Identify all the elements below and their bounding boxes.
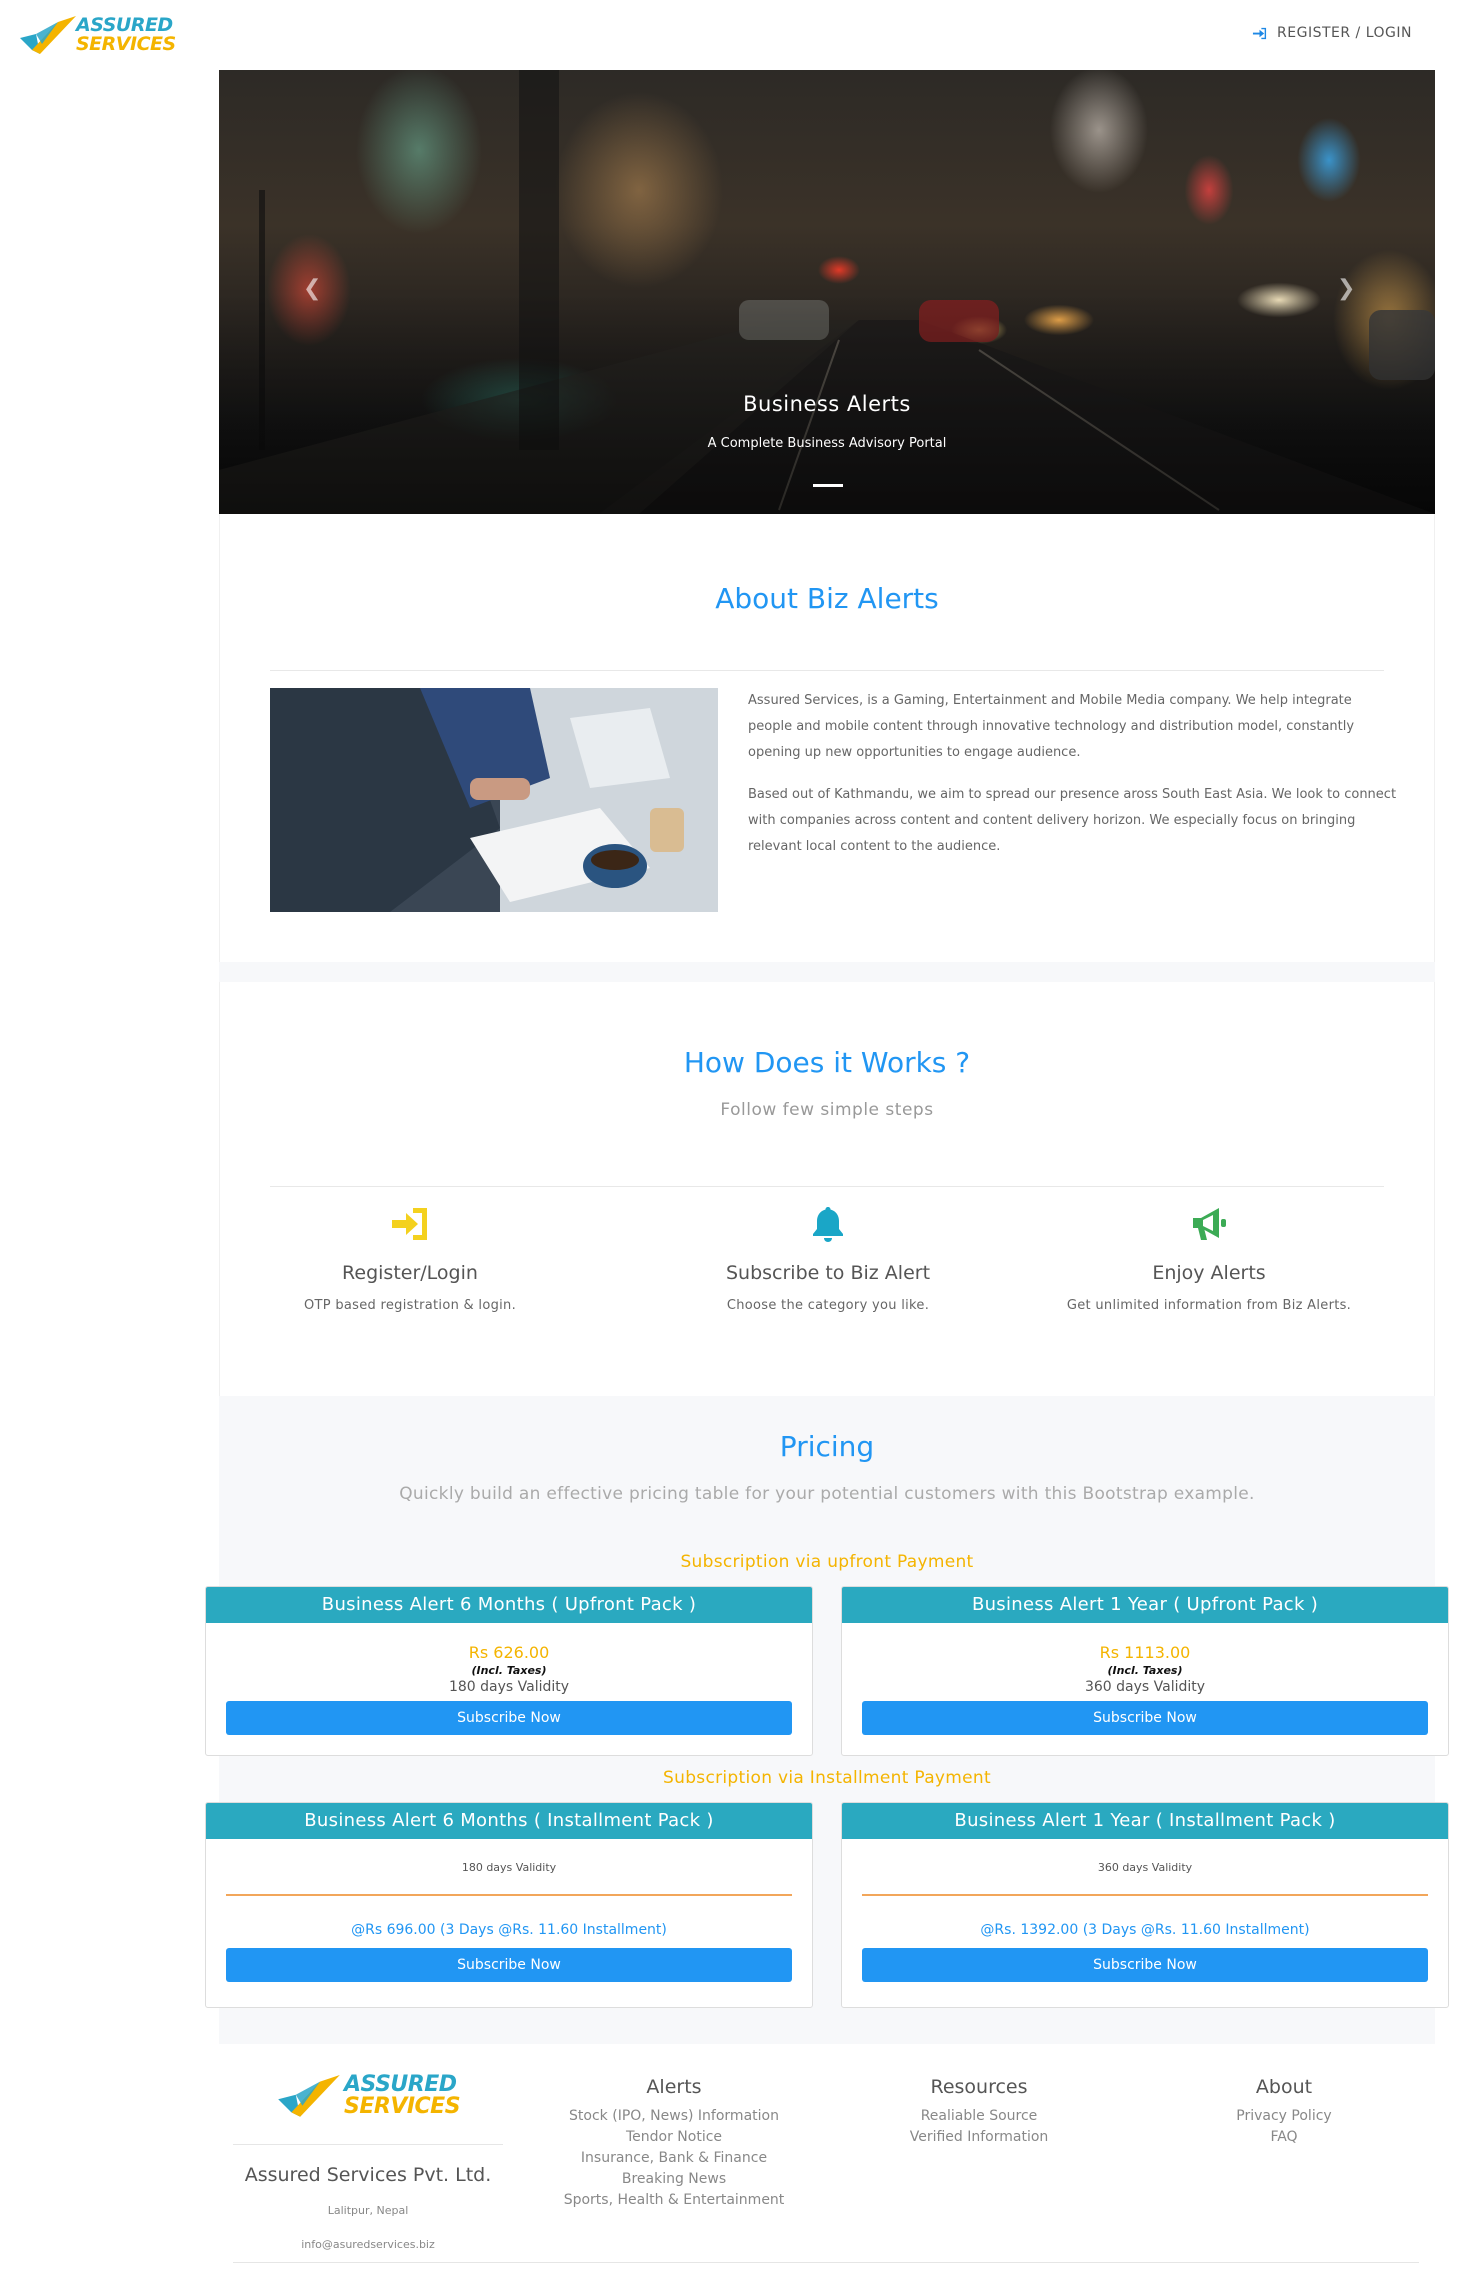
footer-column-title: About [1255,2076,1313,2098]
subscribe-button[interactable]: Subscribe Now [862,1948,1428,1982]
logo-check-icon [20,16,76,54]
card-title: Business Alert 6 Months ( Upfront Pack ) [206,1587,812,1623]
card-price: Rs 626.00 [468,1643,550,1662]
step-desc: Choose the category you like. [726,1298,930,1313]
pricing-card-upfront-6m: Business Alert 6 Months ( Upfront Pack )… [205,1586,813,1756]
pricing-card-upfront-1y: Business Alert 1 Year ( Upfront Pack ) R… [841,1586,1449,1756]
logo-line-2: SERVICES [344,2094,461,2119]
sign-in-icon [392,1208,427,1240]
how-title: How Does it Works ? [683,1046,971,1079]
installment-group-label: Subscription via Installment Payment [663,1768,991,1788]
chevron-left-icon: ❮ [303,276,322,301]
footer-email[interactable]: info@asuredservices.biz [233,2238,503,2251]
footer-link[interactable]: Tendor Notice [534,2127,814,2148]
about-text: Assured Services, is a Gaming, Entertain… [748,688,1398,876]
card-divider [862,1894,1428,1896]
pricing-subtitle: Quickly build an effective pricing table… [399,1484,1255,1504]
footer-column-title: Alerts [646,2076,702,2098]
about-divider [270,670,1384,671]
footer-link[interactable]: Insurance, Bank & Finance [534,2148,814,2169]
footer-link[interactable]: Verified Information [839,2127,1119,2148]
card-installment-price: @Rs. 1392.00 (3 Days @Rs. 11.60 Installm… [980,1922,1310,1938]
logo-check-icon [278,2075,340,2117]
step-subscribe: Subscribe to Biz Alert Choose the catego… [638,1204,1018,1313]
how-it-works-section: How Does it Works ? Follow few simple st… [219,982,1435,1396]
footer-column-resources: Resources Realiable Source Verified Info… [839,2076,1119,2148]
brand-logo[interactable]: ASSURED SERVICES [18,14,176,58]
hero-carousel: ❮ ❯ Business Alerts A Complete Business … [219,70,1435,514]
about-paragraph-1: Assured Services, is a Gaming, Entertain… [748,693,1355,760]
bell-icon [813,1207,843,1242]
subscribe-button[interactable]: Subscribe Now [226,1948,792,1982]
footer-company-name: Assured Services Pvt. Ltd. [244,2164,492,2186]
step-desc: Get unlimited information from Biz Alert… [1066,1298,1352,1313]
footer-link[interactable]: Breaking News [534,2169,814,2190]
card-title: Business Alert 1 Year ( Upfront Pack ) [842,1587,1448,1623]
page: ASSURED SERVICES REGISTER / LOGIN ❮ ❯ Bu… [0,0,1468,2292]
pricing-section: Pricing Quickly build an effective prici… [205,1396,1449,2044]
site-footer: ASSURED SERVICES Assured Services Pvt. L… [0,2044,1468,2292]
card-validity: 360 days Validity [1084,1679,1206,1695]
about-paragraph-2: Based out of Kathmandu, we aim to spread… [748,787,1397,854]
footer-column-about: About Privacy Policy FAQ [1144,2076,1424,2148]
footer-link[interactable]: Realiable Source [839,2106,1119,2127]
pricing-card-installment-1y: Business Alert 1 Year ( Installment Pack… [841,1802,1449,2008]
carousel-next-button[interactable]: ❯ [1337,276,1355,301]
pricing-card-installment-6m: Business Alert 6 Months ( Installment Pa… [205,1802,813,2008]
logo-line-2: SERVICES [76,33,176,55]
hero-subtitle: A Complete Business Advisory Portal [707,436,947,451]
footer-bottom-divider [233,2262,1419,2263]
how-divider [270,1186,1384,1187]
how-subtitle: Follow few simple steps [720,1100,934,1120]
footer-column-alerts: Alerts Stock (IPO, News) Information Ten… [534,2076,814,2211]
about-section: About Biz Alerts Assured Services, is a … [219,514,1435,962]
step-title: Register/Login [342,1262,478,1284]
site-header: ASSURED SERVICES REGISTER / LOGIN [0,0,1468,70]
logo-wordmark: ASSURED SERVICES [76,16,176,54]
footer-logo[interactable]: ASSURED SERVICES [276,2072,461,2122]
footer-logo-divider [233,2144,503,2145]
step-desc: OTP based registration & login. [303,1298,517,1313]
card-divider [226,1894,792,1896]
register-login-link[interactable]: REGISTER / LOGIN [1252,25,1412,41]
subscribe-button[interactable]: Subscribe Now [226,1701,792,1735]
chevron-right-icon: ❯ [1337,276,1356,301]
card-tax-note: (Incl. Taxes) [1107,1664,1183,1677]
card-title: Business Alert 6 Months ( Installment Pa… [206,1803,812,1839]
card-validity: 360 days Validity [1097,1861,1193,1874]
step-title: Enjoy Alerts [1152,1262,1266,1284]
step-title: Subscribe to Biz Alert [725,1262,931,1284]
footer-link[interactable]: Privacy Policy [1144,2106,1424,2127]
footer-column-title: Resources [930,2076,1028,2098]
footer-logo-wordmark: ASSURED SERVICES [344,2072,461,2119]
megaphone-icon [1193,1208,1226,1240]
footer-link[interactable]: FAQ [1144,2127,1424,2148]
card-tax-note: (Incl. Taxes) [471,1664,547,1677]
register-login-label: REGISTER / LOGIN [1277,25,1412,41]
upfront-group-label: Subscription via upfront Payment [680,1552,974,1572]
footer-link[interactable]: Stock (IPO, News) Information [534,2106,814,2127]
pricing-title: Pricing [779,1430,875,1463]
logo-line-1: ASSURED [344,2072,457,2097]
section-spacer [219,962,1435,982]
card-price: Rs 1113.00 [1099,1643,1191,1662]
step-register: Register/Login OTP based registration & … [220,1204,600,1313]
carousel-prev-button[interactable]: ❮ [303,276,321,301]
footer-location: Lalitpur, Nepal [327,2204,409,2217]
card-validity: 180 days Validity [461,1861,557,1874]
subscribe-button[interactable]: Subscribe Now [862,1701,1428,1735]
step-enjoy: Enjoy Alerts Get unlimited information f… [1019,1204,1399,1313]
carousel-indicator-active[interactable] [813,484,843,487]
hero-title: Business Alerts [743,392,911,416]
sign-in-icon [1252,27,1267,39]
about-title: About Biz Alerts [715,582,939,615]
card-validity: 180 days Validity [448,1679,570,1695]
card-installment-price: @Rs 696.00 (3 Days @Rs. 11.60 Installmen… [351,1922,667,1938]
card-title: Business Alert 1 Year ( Installment Pack… [842,1803,1448,1839]
footer-link[interactable]: Sports, Health & Entertainment [534,2190,814,2211]
business-meeting-image [270,688,718,912]
